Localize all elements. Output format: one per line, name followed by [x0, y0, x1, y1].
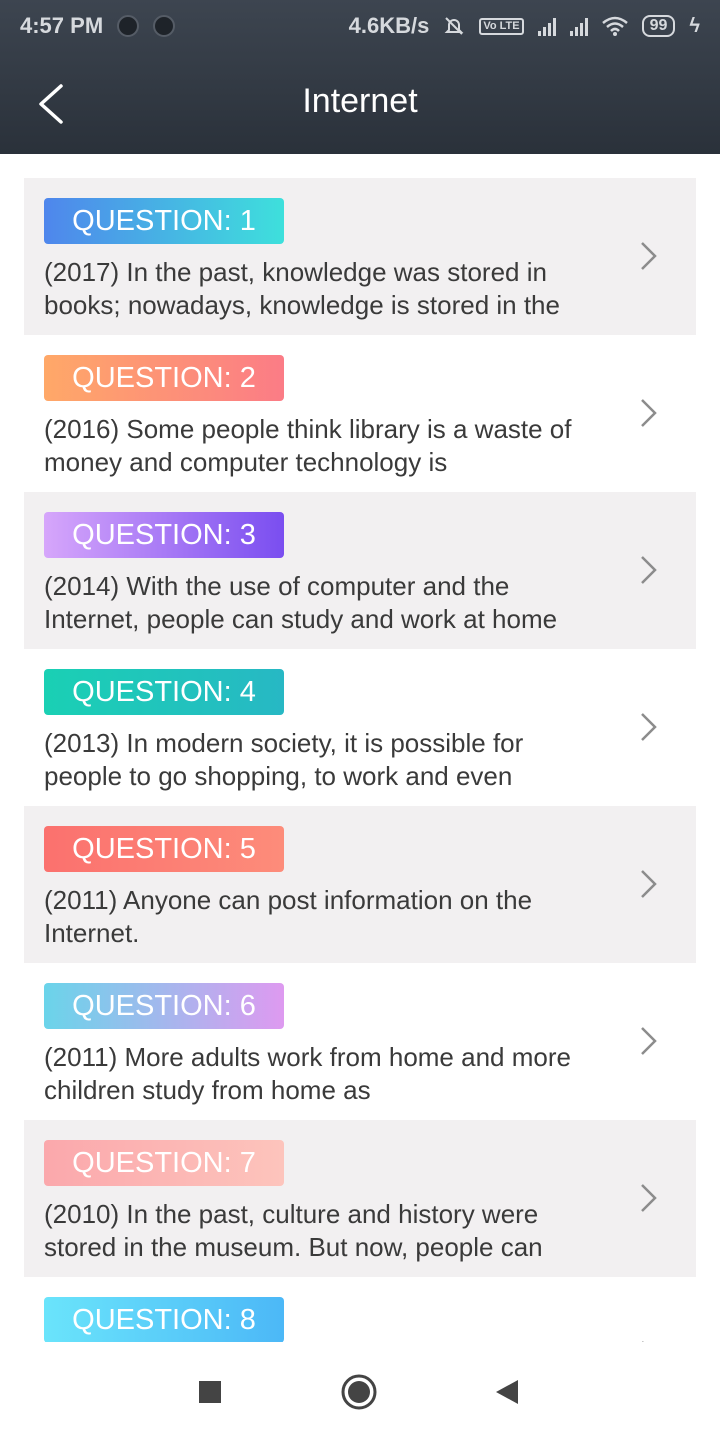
page-title: Internet [302, 82, 418, 120]
status-time: 4:57 PM [20, 13, 104, 38]
charging-icon: ϟ [689, 14, 700, 37]
question-text: (2014) With the use of computer and the … [44, 571, 558, 634]
recents-button[interactable] [190, 1372, 230, 1412]
status-bar: 4:57 PM 4.6KB/s Vo LTE 99 ϟ [0, 0, 720, 52]
triangle-back-icon [496, 1380, 518, 1404]
signal-icon [537, 16, 556, 36]
chevron-right-icon [641, 1184, 657, 1212]
chevron-right-icon [641, 556, 657, 584]
app-header: 4:57 PM 4.6KB/s Vo LTE 99 ϟ Internet [0, 0, 720, 154]
volte-icon: Vo LTE [479, 17, 524, 35]
back-nav-button[interactable] [487, 1372, 527, 1412]
notification-dot-icon [117, 15, 140, 37]
home-circle-icon [341, 1374, 377, 1410]
battery-icon: 99 [641, 15, 676, 37]
question-item-5[interactable]: QUESTION: 5 (2011) Anyone can post infor… [24, 806, 696, 963]
question-badge: QUESTION: 8 [44, 1297, 284, 1342]
question-item-6[interactable]: QUESTION: 6 (2011) More adults work from… [24, 963, 696, 1120]
question-text: (2010) In the past, culture and history … [44, 1199, 543, 1262]
nav-bar: Internet [0, 52, 720, 154]
status-left: 4:57 PM [20, 13, 176, 39]
question-badge: QUESTION: 2 [44, 355, 284, 401]
chevron-right-icon [641, 870, 657, 898]
home-button[interactable] [339, 1372, 379, 1412]
question-text: (2013) In modern society, it is possible… [44, 728, 524, 791]
status-right: 4.6KB/s Vo LTE 99 ϟ [349, 13, 700, 39]
chevron-right-icon [641, 399, 657, 427]
chevron-right-icon [641, 713, 657, 741]
question-text: (2011) More adults work from home and mo… [44, 1042, 571, 1105]
question-badge: QUESTION: 4 [44, 669, 284, 715]
question-badge: QUESTION: 6 [44, 983, 284, 1029]
question-text: (2016) Some people think library is a wa… [44, 414, 572, 477]
question-item-3[interactable]: QUESTION: 3 (2014) With the use of compu… [24, 492, 696, 649]
question-item-1[interactable]: QUESTION: 1 (2017) In the past, knowledg… [24, 178, 696, 335]
question-list[interactable]: QUESTION: 1 (2017) In the past, knowledg… [24, 178, 696, 1342]
chevron-right-icon [641, 242, 657, 270]
question-item-8[interactable]: QUESTION: 8 [24, 1277, 696, 1342]
question-item-4[interactable]: QUESTION: 4 (2013) In modern society, it… [24, 649, 696, 806]
question-text: (2017) In the past, knowledge was stored… [44, 257, 560, 320]
question-item-2[interactable]: QUESTION: 2 (2016) Some people think lib… [24, 335, 696, 492]
notification-dot-icon [153, 15, 176, 37]
square-icon [199, 1381, 221, 1403]
question-badge: QUESTION: 7 [44, 1140, 284, 1186]
battery-level: 99 [649, 17, 668, 34]
question-badge: QUESTION: 1 [44, 198, 284, 244]
signal-icon [569, 16, 588, 36]
question-text: (2011) Anyone can post information on th… [44, 885, 533, 948]
question-badge: QUESTION: 5 [44, 826, 284, 872]
chevron-right-icon [641, 1027, 657, 1055]
system-nav-bar [0, 1342, 720, 1440]
question-item-7[interactable]: QUESTION: 7 (2010) In the past, culture … [24, 1120, 696, 1277]
network-speed: 4.6KB/s [348, 13, 430, 38]
question-badge: QUESTION: 3 [44, 512, 284, 558]
mute-bell-icon [444, 17, 464, 35]
wifi-icon [601, 16, 628, 36]
